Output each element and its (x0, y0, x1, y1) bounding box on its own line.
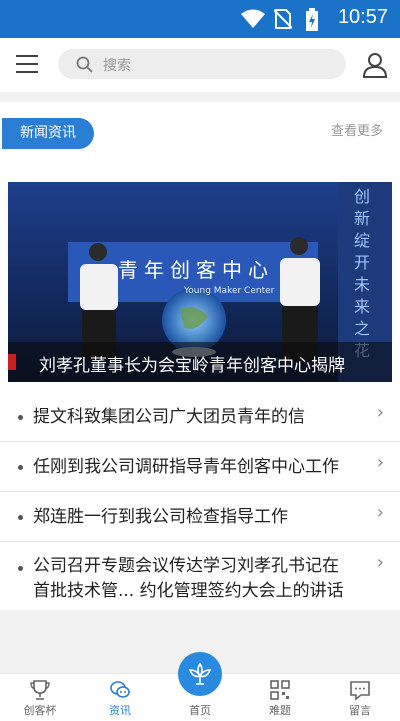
status-time: 10:57 (337, 6, 388, 28)
sign-text: 青年创客中心 (118, 258, 274, 282)
nav-problems[interactable]: 难题 (240, 674, 320, 721)
news-item[interactable]: 提文科致集团公司广大团员青年的信 › (0, 392, 400, 442)
nav-label: 留言 (349, 704, 371, 717)
nav-maker-cup[interactable]: 创客杯 (0, 674, 80, 721)
chevron-right-icon: › (376, 552, 384, 573)
banner-caption-bar: 刘孝孔董事长为会宝岭青年创客中心揭牌 (8, 342, 392, 382)
menu-icon-bar (16, 63, 38, 65)
bullet (18, 515, 23, 520)
news-item[interactable]: 公司召开专题会议传达学习刘孝孔书记在 首批技术管... 约化管理签约大会上的讲话… (0, 542, 400, 610)
menu-icon-bar (16, 55, 38, 57)
bullet (18, 465, 23, 470)
divider (0, 92, 400, 102)
search-icon (76, 56, 93, 73)
status-bar: 10:57 (0, 0, 400, 38)
news-item[interactable]: 郑连胜一行到我公司检查指导工作 › (0, 492, 400, 542)
nav-messages[interactable]: 留言 (320, 674, 400, 721)
search-placeholder: 搜索 (103, 58, 131, 74)
news-title: 郑连胜一行到我公司检查指导工作 (33, 507, 288, 527)
view-more-link[interactable]: 查看更多 (331, 120, 383, 139)
news-item[interactable]: 任刚到我公司调研指导青年创客中心工作 › (0, 442, 400, 492)
user-icon[interactable] (362, 52, 388, 78)
chat-icon (110, 681, 130, 698)
battery-charging-icon (306, 8, 318, 31)
wifi-icon (241, 9, 265, 28)
menu-icon-bar (16, 71, 38, 73)
chevron-right-icon: › (376, 402, 384, 423)
search-input[interactable]: 搜索 (58, 49, 346, 79)
no-sim-icon (274, 9, 292, 29)
trophy-icon (30, 680, 50, 700)
caption-marker (8, 354, 16, 370)
news-list: 提文科致集团公司广大团员青年的信 › 任刚到我公司调研指导青年创客中心工作 › … (0, 392, 400, 610)
bullet (18, 415, 23, 420)
top-bar: 搜索 (0, 38, 400, 92)
nav-label: 首页 (189, 704, 211, 717)
news-section: 新闻资讯 查看更多 青年创客中心 Young Maker Center 创新绽开… (0, 102, 400, 610)
news-banner[interactable]: 青年创客中心 Young Maker Center 创新绽开未来之花 刘孝孔董事… (8, 182, 392, 382)
nav-news[interactable]: 资讯 (80, 674, 160, 721)
news-title: 任刚到我公司调研指导青年创客中心工作 (33, 457, 339, 477)
bottom-nav: 创客杯 资讯 首页 难题 留言 (0, 652, 400, 721)
sign-subtext: Young Maker Center (184, 286, 275, 296)
news-title-line2: 首批技术管... 约化管理签约大会上的讲话 (33, 581, 344, 601)
nav-label: 难题 (269, 704, 291, 717)
message-icon (350, 681, 370, 701)
bullet (18, 566, 23, 571)
qrcode-icon (270, 680, 290, 700)
news-tab[interactable]: 新闻资讯 (2, 118, 94, 149)
news-title: 提文科致集团公司广大团员青年的信 (33, 407, 305, 427)
news-title-line1: 公司召开专题会议传达学习刘孝孔书记在 (33, 556, 339, 576)
chevron-right-icon: › (376, 452, 384, 473)
nav-label: 创客杯 (23, 704, 57, 717)
menu-button[interactable] (16, 55, 38, 75)
home-button[interactable] (178, 652, 222, 696)
banner-caption: 刘孝孔董事长为会宝岭青年创客中心揭牌 (39, 356, 345, 376)
nav-label: 资讯 (109, 704, 131, 717)
chevron-right-icon: › (376, 502, 384, 523)
banner-side-text: 创新绽开未来之花 (354, 187, 371, 360)
home-flower-icon (188, 662, 212, 685)
